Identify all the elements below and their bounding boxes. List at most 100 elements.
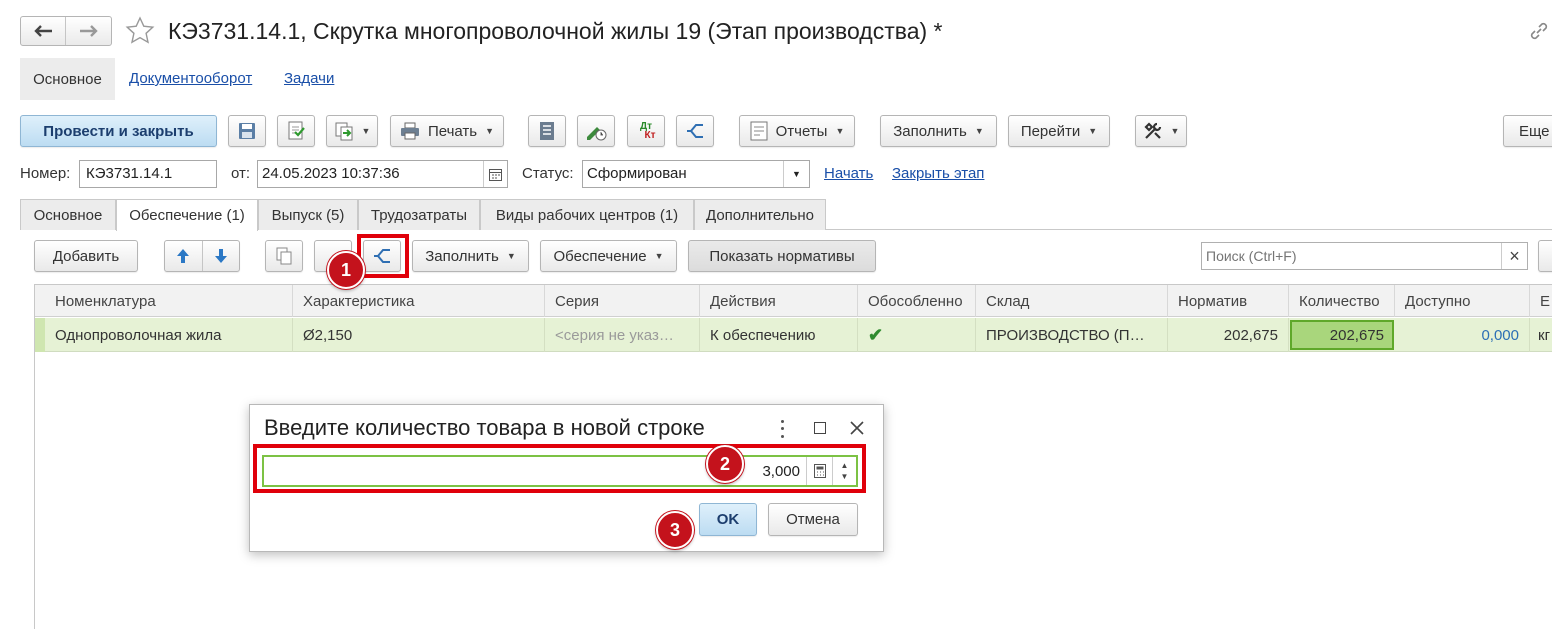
search-clear-button[interactable]: × (1501, 243, 1527, 269)
status-label: Статус: (522, 165, 574, 182)
start-link[interactable]: Начать (824, 165, 873, 182)
col-warehouse[interactable]: Склад (976, 285, 1168, 317)
col-unit[interactable]: Е (1530, 285, 1552, 317)
tools-icon (1143, 122, 1161, 139)
annotation-badge-2: 2 (706, 445, 744, 483)
tab-work-centers[interactable]: Виды рабочих центров (1) (480, 199, 694, 230)
date-label: от: (231, 165, 251, 182)
forward-button[interactable] (66, 17, 111, 45)
chevron-down-icon: ▼ (485, 126, 495, 136)
favorite-star-icon[interactable] (125, 16, 155, 46)
more-button[interactable]: Еще (1503, 115, 1552, 147)
provision-label: Обеспечение (553, 247, 647, 265)
date-field[interactable]: 24.05.2023 10:37:36 (257, 160, 508, 188)
add-button[interactable]: Добавить (34, 240, 138, 272)
post-and-close-button[interactable]: Провести и закрыть (20, 115, 217, 147)
col-available[interactable]: Доступно (1395, 285, 1530, 317)
calendar-icon (489, 168, 502, 181)
document-structure-button[interactable] (528, 115, 566, 147)
dialog-menu-icon[interactable] (775, 418, 789, 440)
print-button[interactable]: Печать ▼ (390, 115, 504, 147)
col-separate[interactable]: Обособленно (858, 285, 976, 317)
tab-labor[interactable]: Трудозатраты (358, 199, 480, 230)
cell-warehouse[interactable]: ПРОИЗВОДСТВО (П… (976, 318, 1168, 352)
show-norms-button[interactable]: Показать нормативы (688, 240, 876, 272)
hierarchy-icon (687, 124, 703, 138)
cell-characteristic[interactable]: Ø2,150 (293, 318, 545, 352)
col-characteristic[interactable]: Характеристика (293, 285, 545, 317)
cell-norm[interactable]: 202,675 (1168, 318, 1289, 352)
search-field[interactable]: × (1201, 242, 1528, 270)
col-norm[interactable]: Норматив (1168, 285, 1289, 317)
cell-unit[interactable]: кг (1530, 318, 1552, 352)
table-fill-button[interactable]: Заполнить ▼ (412, 240, 529, 272)
move-up-button[interactable] (165, 241, 203, 271)
copy-icon (276, 247, 292, 265)
structure-subordination-button[interactable] (676, 115, 714, 147)
tab-provision[interactable]: Обеспечение (1) (116, 199, 258, 231)
arrow-down-icon (214, 249, 227, 263)
tab-additional[interactable]: Дополнительно (694, 199, 826, 230)
chevron-down-icon: ▼ (835, 126, 845, 136)
save-button[interactable] (228, 115, 266, 147)
printer-icon (400, 122, 419, 140)
provision-button[interactable]: Обеспечение ▼ (540, 240, 677, 272)
goto-label: Перейти (1020, 122, 1081, 140)
search-input[interactable] (1202, 243, 1501, 269)
chevron-down-icon: ▼ (654, 251, 664, 261)
cell-series[interactable]: <серия не указ… (545, 318, 700, 352)
dialog-maximize-icon[interactable] (814, 422, 826, 434)
cell-separate-check-icon[interactable]: ✔ (858, 318, 976, 352)
col-nomenclature[interactable]: Номенклатура (45, 285, 293, 317)
section-main[interactable]: Основное (20, 58, 115, 100)
col-series[interactable]: Серия (545, 285, 700, 317)
calendar-button[interactable] (483, 161, 507, 187)
print-label: Печать (427, 122, 478, 140)
tab-main[interactable]: Основное (20, 199, 116, 230)
goto-button[interactable]: Перейти ▼ (1008, 115, 1110, 147)
chevron-down-icon: ▼ (1088, 126, 1098, 136)
tools-button[interactable]: ▼ (1135, 115, 1187, 147)
dialog-close-icon[interactable] (850, 421, 864, 435)
copy-button[interactable] (265, 240, 303, 272)
cell-available[interactable]: 0,000 (1395, 318, 1530, 352)
link-icon[interactable] (1528, 20, 1550, 42)
number-field[interactable]: КЭ3731.14.1 (79, 160, 217, 188)
status-select[interactable]: Сформирован ▼ (582, 160, 810, 188)
more-table-button[interactable] (1538, 240, 1552, 272)
list-document-icon (540, 122, 554, 140)
table-fill-label: Заполнить (425, 247, 499, 265)
status-value: Сформирован (587, 165, 687, 182)
cell-nomenclature[interactable]: Однопроволочная жила (45, 318, 293, 352)
create-based-icon (335, 122, 353, 141)
status-dropdown-button[interactable]: ▼ (783, 161, 809, 187)
arrow-up-icon (177, 249, 190, 263)
create-based-on-button[interactable]: ▼ (326, 115, 378, 147)
reports-label: Отчеты (775, 122, 828, 140)
cell-quantity[interactable]: 202,675 (1290, 320, 1394, 350)
edit-history-button[interactable] (577, 115, 615, 147)
chevron-down-icon: ▼ (506, 251, 516, 261)
col-quantity[interactable]: Количество (1289, 285, 1395, 317)
col-actions[interactable]: Действия (700, 285, 858, 317)
fill-button[interactable]: Заполнить ▼ (880, 115, 997, 147)
report-icon (750, 121, 768, 141)
dt-kt-button[interactable]: Дт Кт (627, 115, 665, 147)
arrow-right-icon (79, 25, 98, 37)
chevron-down-icon: ▼ (974, 126, 984, 136)
section-docflow[interactable]: Документооборот (129, 70, 252, 87)
back-button[interactable] (21, 17, 67, 45)
chevron-down-icon: ▼ (361, 126, 371, 136)
move-down-button[interactable] (203, 241, 240, 271)
cell-action[interactable]: К обеспечению (700, 318, 858, 352)
fill-label: Заполнить (893, 122, 967, 140)
reports-button[interactable]: Отчеты ▼ (739, 115, 855, 147)
floppy-disk-icon (239, 123, 255, 139)
cancel-button[interactable]: Отмена (768, 503, 858, 536)
close-stage-link[interactable]: Закрыть этап (892, 165, 984, 182)
section-tasks[interactable]: Задачи (284, 70, 334, 87)
ok-button[interactable]: OK (699, 503, 757, 536)
tab-output[interactable]: Выпуск (5) (258, 199, 358, 230)
post-button[interactable] (277, 115, 315, 147)
annotation-badge-3: 3 (656, 511, 694, 549)
